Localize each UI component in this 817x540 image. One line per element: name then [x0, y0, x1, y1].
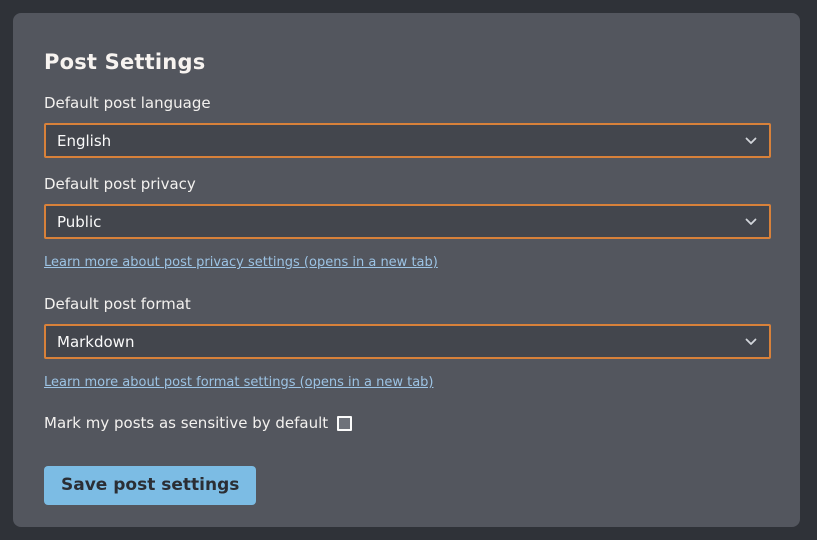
privacy-select[interactable]: Public [44, 204, 771, 239]
format-learn-more-link[interactable]: Learn more about post format settings (o… [44, 375, 434, 390]
privacy-select-wrap: Public [44, 204, 771, 239]
format-select-wrap: Markdown [44, 324, 771, 359]
language-select-wrap: English [44, 123, 771, 158]
language-select[interactable]: English [44, 123, 771, 158]
post-settings-card: Post Settings Default post language Engl… [13, 13, 800, 527]
page-title: Post Settings [44, 51, 771, 74]
format-select[interactable]: Markdown [44, 324, 771, 359]
language-label: Default post language [44, 95, 771, 112]
save-post-settings-button[interactable]: Save post settings [44, 466, 256, 505]
format-label: Default post format [44, 296, 771, 313]
sensitive-checkbox[interactable] [337, 416, 352, 431]
privacy-learn-more-link[interactable]: Learn more about post privacy settings (… [44, 255, 438, 270]
privacy-label: Default post privacy [44, 176, 771, 193]
sensitive-label: Mark my posts as sensitive by default [44, 415, 328, 432]
sensitive-row: Mark my posts as sensitive by default [44, 415, 771, 432]
